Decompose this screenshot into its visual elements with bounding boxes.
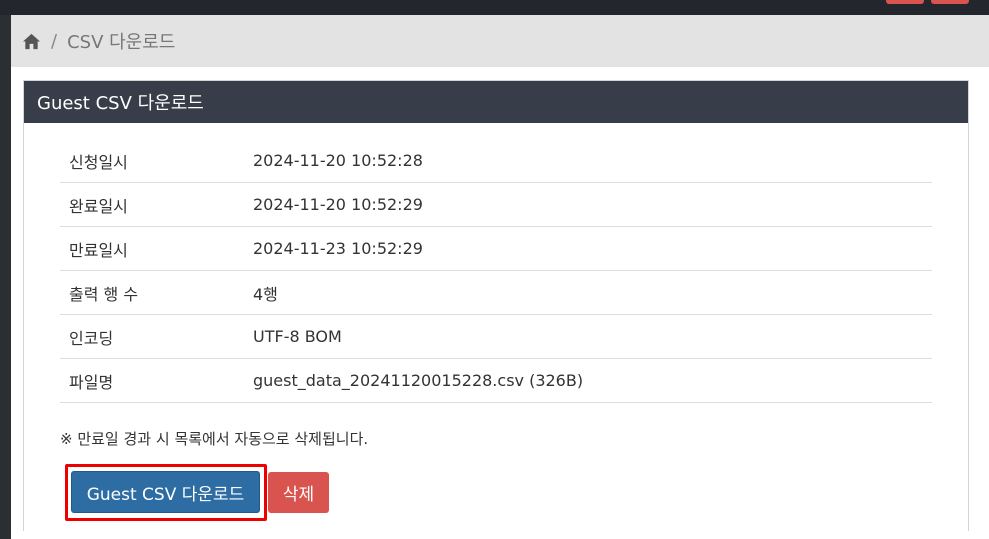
main-page: / CSV 다운로드 Guest CSV 다운로드 신청일시 2024-11-2…: [11, 15, 989, 539]
panel-header: Guest CSV 다운로드: [24, 81, 968, 123]
expiry-notice: ※ 만료일 경과 시 목록에서 자동으로 삭제됩니다.: [60, 430, 369, 448]
home-icon[interactable]: [22, 32, 41, 51]
breadcrumb-separator: /: [51, 30, 58, 52]
row-value: 2024-11-20 10:52:28: [253, 139, 932, 183]
row-label: 신청일시: [60, 139, 253, 183]
row-label: 완료일시: [60, 182, 253, 227]
top-bar: [0, 0, 989, 15]
download-csv-button[interactable]: Guest CSV 다운로드: [71, 471, 260, 513]
row-label: 만료일시: [60, 226, 253, 271]
table-row: 만료일시 2024-11-23 10:52:29: [60, 226, 932, 271]
info-table: 신청일시 2024-11-20 10:52:28 완료일시 2024-11-20…: [60, 139, 932, 403]
breadcrumb-current: CSV 다운로드: [67, 32, 176, 53]
row-value: UTF-8 BOM: [253, 314, 932, 359]
delete-button[interactable]: 삭제: [268, 472, 329, 513]
row-value: 4행: [253, 270, 932, 315]
table-row: 파일명 guest_data_20241120015228.csv (326B): [60, 358, 932, 403]
top-action-button-2[interactable]: [931, 0, 969, 4]
table-row: 신청일시 2024-11-20 10:52:28: [60, 139, 932, 183]
row-value: 2024-11-23 10:52:29: [253, 226, 932, 271]
row-value: guest_data_20241120015228.csv (326B): [253, 358, 932, 403]
table-row: 완료일시 2024-11-20 10:52:29: [60, 182, 932, 227]
row-value: 2024-11-20 10:52:29: [253, 182, 932, 227]
table-row: 출력 행 수 4행: [60, 270, 932, 315]
csv-download-panel: Guest CSV 다운로드 신청일시 2024-11-20 10:52:28 …: [23, 80, 969, 531]
sidebar-edge: [0, 15, 11, 539]
panel-title: Guest CSV 다운로드: [37, 93, 204, 114]
breadcrumb: / CSV 다운로드: [11, 15, 989, 67]
table-row: 인코딩 UTF-8 BOM: [60, 314, 932, 359]
row-label: 파일명: [60, 358, 253, 403]
row-label: 인코딩: [60, 314, 253, 359]
top-action-button-1[interactable]: [886, 0, 924, 4]
row-label: 출력 행 수: [60, 270, 253, 315]
